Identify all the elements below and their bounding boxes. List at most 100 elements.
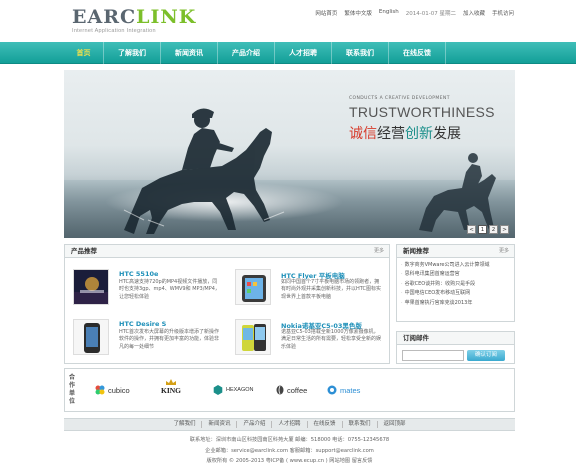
nav-item-about[interactable]: 了解我们 bbox=[104, 42, 161, 64]
footer-link-about[interactable]: 了解我们 bbox=[167, 421, 203, 428]
news-box-header: 新闻推荐 更多 bbox=[397, 245, 514, 258]
product-recommend-box: 产品推荐 更多 HTC 5510e HTC高速支持720p的MP4视频文件播放，… bbox=[64, 244, 390, 364]
news-box-title: 新闻推荐 bbox=[403, 247, 429, 255]
cubico-logo-icon bbox=[95, 385, 105, 395]
product-more-link[interactable]: 更多 bbox=[374, 245, 384, 258]
news-list-item[interactable]: 谷歌CEO谈并购：收购只是手段 bbox=[401, 280, 510, 289]
nav-item-contact[interactable]: 联系我们 bbox=[332, 42, 389, 64]
phone-icon bbox=[74, 320, 108, 354]
partner-name: coffee bbox=[287, 385, 308, 395]
product-desc: HTC首次发布大屏幕的升级版本增添了新操作软件的操作，并拥有更加丰富的功能，体验… bbox=[119, 329, 220, 350]
partner-logo-cubico[interactable]: cubico bbox=[95, 379, 130, 401]
product-item[interactable]: HTC 5510e HTC高速支持720p的MP4视频文件播放，同时也支持3gp… bbox=[67, 269, 222, 313]
logo-wordmark: EARCLINK bbox=[72, 8, 196, 27]
crown-icon bbox=[166, 379, 176, 385]
subscribe-box: 订阅邮件 确认订阅 bbox=[396, 331, 515, 364]
banner-tagline-small: CONDUCTS A CREATIVE DEVELOPMENT bbox=[349, 96, 450, 101]
banner-prev-button[interactable]: < bbox=[467, 225, 476, 234]
banner-pager: < 1 2 > bbox=[467, 225, 509, 234]
partner-name: HEXAGON bbox=[226, 387, 254, 393]
news-list: 数字商务VMware公司进入云计算领域 思科电讯集团首席运营官 谷歌CEO谈并购… bbox=[397, 258, 514, 311]
logo-text-earc: EARC bbox=[72, 6, 137, 28]
top-link-traditional-chinese[interactable]: 繁体中文版 bbox=[344, 9, 372, 17]
banner-tagline-cn-3: 创新 bbox=[405, 126, 433, 142]
product-item[interactable]: HTC Flyer 平板电脑 如同中国首个7寸平板电脑市场的领跑者，拥有时尚外观… bbox=[229, 269, 384, 313]
news-list-item[interactable]: 思科电讯集团首席运营官 bbox=[401, 270, 510, 279]
footer-copyright: 版权所有 © 2005-2013 粤ICP备 ( www.ecup.cn ) 网… bbox=[206, 458, 373, 464]
logo[interactable]: EARCLINK Internet Application Integratio… bbox=[72, 8, 196, 35]
concert-photo-icon bbox=[74, 270, 108, 304]
product-item[interactable]: Nokia诺基亚C5-03黑色版 诺基亚C5-03搭载全新1000万像素摄像机，… bbox=[229, 319, 384, 363]
footer-address: 联系地址：深圳市南山区科技园南区科苑大厦 邮编：518000 电话：0755-1… bbox=[189, 437, 390, 443]
product-title[interactable]: HTC Desire S bbox=[119, 320, 166, 328]
product-image-htc-5510e[interactable] bbox=[73, 269, 109, 305]
product-image-htc-desire-s[interactable] bbox=[73, 319, 109, 355]
top-link-mobile[interactable]: 手机访问 bbox=[492, 9, 514, 17]
banner-tagline-en: TRUSTWORTHINESS bbox=[349, 104, 495, 120]
product-desc: 如同中国首个7寸平板电脑市场的领跑者，拥有时尚外观并采集创新科技，并以HTC图标… bbox=[281, 279, 382, 300]
footer-info: 联系地址：深圳市南山区科技园南区科苑大厦 邮编：518000 电话：0755-1… bbox=[64, 435, 515, 467]
partner-name: cubico bbox=[108, 385, 130, 395]
subscribe-button[interactable]: 确认订阅 bbox=[467, 350, 505, 361]
partner-name: KING bbox=[161, 386, 182, 395]
subscribe-box-title: 订阅邮件 bbox=[403, 334, 429, 342]
current-date: 2014-01-07 星期二 bbox=[405, 11, 456, 17]
hexagon-logo-icon bbox=[213, 385, 223, 395]
news-list-item[interactable]: 苹果首席执行官库克谈2013年 bbox=[401, 299, 510, 308]
main-nav: 首页 了解我们 新闻资讯 产品介绍 人才招聘 联系我们 在线反馈 bbox=[0, 42, 576, 64]
partner-logo-coffee[interactable]: coffee bbox=[276, 379, 307, 401]
banner-tagline-cn: 诚信经营创新发展 bbox=[349, 123, 461, 143]
top-links: 网站首页 繁体中文版 English 2014-01-07 星期二 加入收藏 手… bbox=[315, 9, 514, 17]
footer-link-back-to-top[interactable]: 返回顶部 bbox=[378, 421, 412, 428]
product-title[interactable]: HTC 5510e bbox=[119, 270, 158, 278]
header: EARCLINK Internet Application Integratio… bbox=[0, 0, 576, 42]
partner-logo-mates[interactable]: mates bbox=[327, 379, 360, 401]
top-link-home[interactable]: 网站首页 bbox=[315, 9, 337, 17]
product-image-nokia-c5[interactable] bbox=[235, 319, 271, 355]
coffee-bean-icon bbox=[276, 385, 284, 395]
subscribe-email-input[interactable] bbox=[402, 350, 464, 361]
nav-item-jobs[interactable]: 人才招聘 bbox=[275, 42, 332, 64]
nav-item-products[interactable]: 产品介绍 bbox=[218, 42, 275, 64]
footer-link-products[interactable]: 产品介绍 bbox=[237, 421, 273, 428]
footer-link-feedback[interactable]: 在线反馈 bbox=[308, 421, 343, 428]
footer-link-news[interactable]: 新闻资讯 bbox=[202, 421, 238, 428]
banner-tagline-cn-1: 诚信 bbox=[349, 126, 377, 142]
nav-item-news[interactable]: 新闻资讯 bbox=[161, 42, 218, 64]
partner-logo-king[interactable]: KING bbox=[161, 379, 181, 401]
news-list-item[interactable]: 数字商务VMware公司进入云计算领域 bbox=[401, 261, 510, 270]
footer-link-jobs[interactable]: 人才招聘 bbox=[272, 421, 308, 428]
product-item[interactable]: HTC Desire S HTC首次发布大屏幕的升级版本增添了新操作软件的操作，… bbox=[67, 319, 222, 363]
footer-link-contact[interactable]: 联系我们 bbox=[343, 421, 378, 428]
logo-subtitle: Internet Application Integration bbox=[72, 28, 156, 34]
partner-logo-hexagon[interactable]: HEXAGON bbox=[213, 379, 254, 401]
banner-next-button[interactable]: > bbox=[500, 225, 509, 234]
partners-box: 合作单位 cubico KING HEXAGON coffee mates bbox=[64, 368, 515, 412]
logo-text-link: LINK bbox=[136, 6, 197, 28]
product-box-title: 产品推荐 bbox=[71, 247, 97, 255]
product-image-htc-flyer[interactable] bbox=[235, 269, 271, 305]
tablet-icon bbox=[236, 270, 270, 304]
nav-item-feedback[interactable]: 在线反馈 bbox=[389, 42, 446, 64]
product-desc: HTC高速支持720p的MP4视频文件播放，同时也支持3gp、mp4、WMV9和… bbox=[119, 279, 220, 300]
banner-page-1[interactable]: 1 bbox=[478, 225, 487, 234]
product-box-header: 产品推荐 更多 bbox=[65, 245, 389, 258]
news-recommend-box: 新闻推荐 更多 数字商务VMware公司进入云计算领域 思科电讯集团首席运营官 … bbox=[396, 244, 515, 322]
partner-name: mates bbox=[340, 385, 361, 395]
phone-icon bbox=[236, 320, 270, 354]
page: EARCLINK Internet Application Integratio… bbox=[0, 0, 576, 473]
banner-tagline-cn-4: 发展 bbox=[433, 126, 461, 142]
partners-label: 合作单位 bbox=[69, 374, 76, 405]
banner-tagline-cn-2: 经营 bbox=[377, 126, 405, 142]
footer-email: 企业邮箱：service@earclink.com 客服邮箱：support@e… bbox=[205, 447, 374, 454]
news-list-item[interactable]: 中国电信CEO发布移动互联网 bbox=[401, 289, 510, 298]
top-link-english[interactable]: English bbox=[379, 9, 399, 17]
nav-item-home[interactable]: 首页 bbox=[64, 42, 104, 64]
news-more-link[interactable]: 更多 bbox=[499, 245, 509, 258]
footer-nav: 了解我们 新闻资讯 产品介绍 人才招聘 在线反馈 联系我们 返回顶部 bbox=[64, 418, 515, 431]
top-link-add-favorite[interactable]: 加入收藏 bbox=[463, 9, 485, 17]
banner-slideshow[interactable]: CONDUCTS A CREATIVE DEVELOPMENT TRUSTWOR… bbox=[64, 70, 515, 238]
banner-page-2[interactable]: 2 bbox=[489, 225, 498, 234]
mates-logo-icon bbox=[327, 385, 337, 395]
subscribe-box-header: 订阅邮件 bbox=[397, 332, 514, 345]
